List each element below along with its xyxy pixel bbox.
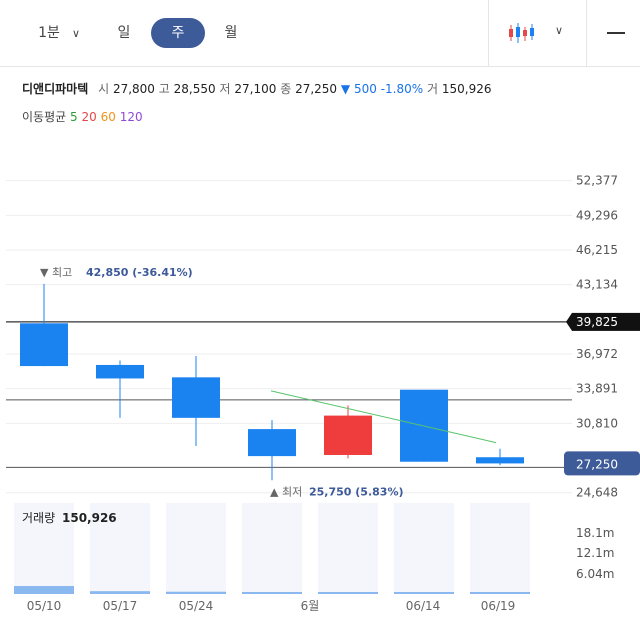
y-tick-label: 46,215 xyxy=(576,243,618,257)
high-value: 28,550 xyxy=(173,82,216,96)
current-price-label: 27,250 xyxy=(576,457,618,471)
y-tick-label: 52,377 xyxy=(576,174,618,188)
volume-bar xyxy=(470,592,530,594)
x-tick-label: 6월 xyxy=(301,599,320,613)
volume-bar xyxy=(90,591,150,594)
change-down-icon: ▼ xyxy=(340,82,351,96)
price-summary: 디앤디파마텍 시 27,800 고 28,550 저 27,100 종 27,2… xyxy=(22,80,491,97)
candle-body xyxy=(400,389,448,462)
y-tick-label: 26,835 xyxy=(576,461,618,475)
volume-y-tick-label: 6.04m xyxy=(576,567,614,581)
volume-bar-background xyxy=(318,503,378,594)
price-line-tag xyxy=(572,312,640,331)
volume-panel-value: 150,926 xyxy=(62,511,117,525)
volume-label: 거 xyxy=(426,82,439,96)
x-tick-label: 06/14 xyxy=(406,599,441,613)
change-percent: -1.80% xyxy=(380,82,424,96)
y-tick-label: 33,891 xyxy=(576,382,618,396)
volume-bar xyxy=(166,591,226,594)
low-label: 저 xyxy=(219,82,231,96)
open-label: 시 xyxy=(98,82,110,96)
current-price-tag xyxy=(564,451,640,476)
x-tick-label: 06/19 xyxy=(481,599,516,613)
high-marker-prefix: ▼ 최고 xyxy=(40,266,72,279)
volume-bar-background xyxy=(242,503,302,594)
volume-bar-background xyxy=(90,503,150,594)
volume-bar xyxy=(14,586,74,594)
volume-panel-label: 거래량 xyxy=(22,511,55,525)
stock-name: 디앤디파마텍 xyxy=(22,82,89,96)
ma-20[interactable]: 20 xyxy=(81,110,96,124)
toolbar-divider xyxy=(586,0,587,66)
minimize-icon[interactable] xyxy=(607,32,625,34)
low-marker-prefix: ▲ 최저 xyxy=(270,485,302,498)
candlestick-chart-type-icon[interactable] xyxy=(507,21,535,45)
close-value: 27,250 xyxy=(295,82,338,96)
price-line-label: 39,825 xyxy=(576,315,618,329)
ma-60[interactable]: 60 xyxy=(101,110,116,124)
candle-body xyxy=(324,415,372,455)
ma-5[interactable]: 5 xyxy=(70,110,78,124)
close-label: 종 xyxy=(280,82,292,96)
moving-average-line xyxy=(270,390,497,444)
y-tick-label: 43,134 xyxy=(576,278,618,292)
volume-bar-background xyxy=(470,503,530,594)
candle-body xyxy=(172,377,220,418)
moving-average-legend: 이동평균 5 20 60 120 xyxy=(22,108,143,125)
volume-bar xyxy=(394,592,454,594)
volume-value: 150,926 xyxy=(441,82,492,96)
change-value: 500 xyxy=(353,82,377,96)
open-value: 27,800 xyxy=(112,82,155,96)
x-tick-label: 05/10 xyxy=(27,599,62,613)
candle-body xyxy=(20,323,68,367)
chevron-down-icon[interactable]: ∨ xyxy=(72,27,80,40)
y-tick-label: 30,810 xyxy=(576,416,618,430)
y-tick-label: 24,648 xyxy=(576,486,618,500)
toolbar-divider xyxy=(488,0,489,66)
volume-y-tick-label: 18.1m xyxy=(576,526,614,540)
volume-bar-background xyxy=(394,503,454,594)
x-tick-label: 05/24 xyxy=(179,599,214,613)
tab-month[interactable]: 월 xyxy=(220,18,242,48)
y-tick-label: 36,972 xyxy=(576,347,618,361)
volume-bar xyxy=(242,592,302,594)
x-tick-label: 05/17 xyxy=(103,599,138,613)
tab-minute[interactable]: 1분 xyxy=(34,18,64,48)
tab-week[interactable]: 주 xyxy=(151,18,205,48)
y-tick-label: 49,296 xyxy=(576,208,618,222)
moving-average-label: 이동평균 xyxy=(22,110,67,124)
low-value: 27,100 xyxy=(234,82,277,96)
volume-bar xyxy=(318,592,378,594)
high-marker-label: 42,850 (-36.41%) xyxy=(86,266,193,279)
ma-120[interactable]: 120 xyxy=(120,110,143,124)
candle-body xyxy=(476,457,524,464)
toolbar: 1분 ∨ 일 주 월 ∨ xyxy=(0,0,640,67)
tab-day[interactable]: 일 xyxy=(113,18,135,48)
candle-body xyxy=(96,364,144,379)
volume-y-tick-label: 12.1m xyxy=(576,546,614,560)
volume-bar-background xyxy=(166,503,226,594)
high-label: 고 xyxy=(158,82,170,96)
price-line-tag-arrow xyxy=(566,312,572,331)
volume-bar-background xyxy=(14,503,74,594)
candle-body xyxy=(248,429,296,457)
chart-type-chevron-down-icon[interactable]: ∨ xyxy=(555,24,563,37)
low-marker-label: 25,750 (5.83%) xyxy=(309,485,404,498)
